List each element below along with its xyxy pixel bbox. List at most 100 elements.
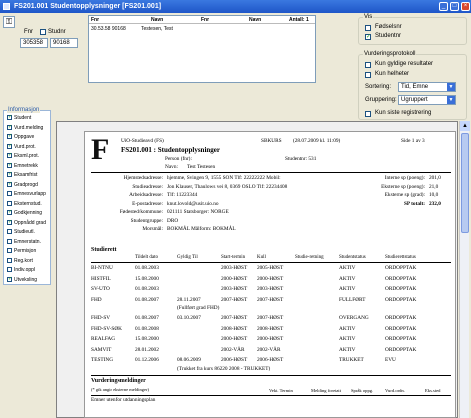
column-header: Studentstatus [339, 255, 366, 260]
checkbox[interactable]: ✓ [7, 143, 12, 149]
row-program: TESTING [91, 357, 114, 363]
checkbox[interactable]: ✓ [7, 153, 12, 159]
info-item[interactable]: ✓ Oppnådd grad [7, 219, 46, 226]
gruppering-select[interactable]: Ugruppert ▼ [398, 95, 456, 105]
info-item[interactable]: ✓ Gradprogd [7, 181, 38, 188]
checkbox[interactable]: ✓ [7, 162, 12, 168]
kun-siste-checkbox[interactable] [365, 111, 371, 117]
info-item[interactable]: Emnerstatn. [7, 239, 41, 245]
info-item[interactable]: ✓ Godkjenning [7, 210, 42, 216]
row-kull: 2000-HØST [257, 275, 284, 282]
row-kull: 2008-HØST [257, 325, 284, 332]
row-gyldig: 28.11.2007 [177, 296, 201, 303]
sortering-select[interactable]: Tid, Emne ▼ [398, 82, 456, 92]
info-item-label: Student [14, 115, 32, 121]
checkbox[interactable] [7, 248, 12, 254]
vurd-column-header: Vurd.ordn. [385, 388, 405, 393]
checkbox[interactable]: ✓ [7, 172, 12, 178]
checkbox[interactable] [7, 238, 12, 244]
info-item[interactable]: Emnesvurlapp [7, 191, 46, 197]
row-tildelt: 01.12.2006 [135, 357, 159, 363]
info-item[interactable]: Eksternstud. [7, 201, 42, 207]
info-item-label: Godkjenning [14, 210, 43, 216]
checkbox[interactable]: ✓ [7, 181, 12, 187]
col-fnr-2: Fnr [201, 17, 210, 23]
info-item-label: Studieutl. [14, 229, 35, 235]
persnr-input[interactable]: 90168 [50, 38, 78, 48]
minimize-button[interactable]: _ [439, 2, 448, 11]
info-item-label: Emnetrekk [14, 162, 38, 169]
checkbox[interactable] [7, 267, 12, 273]
addr-value: 021111 Statsborger: NORGE [167, 209, 229, 215]
row-start: 2007-HØST [221, 296, 248, 303]
scroll-up-icon[interactable]: ▲ [460, 121, 470, 131]
kun-helheter-checkbox[interactable] [365, 72, 371, 78]
studnr-checkbox[interactable] [40, 29, 46, 35]
table-row[interactable]: 30.53.58 90168 Testesen, Test [89, 25, 315, 33]
points-value: 232,0 [429, 200, 441, 207]
vurd-column-header: Melding foretatt [311, 388, 341, 393]
window-titlebar: FS201.001 Studentopplysninger [FS201.001… [0, 0, 471, 13]
addr-label: Fødested/kommune: [119, 209, 163, 215]
info-item[interactable]: ✓ Eksamfrist [7, 172, 37, 178]
info-item[interactable]: ✓ Oppgave [7, 134, 34, 140]
info-item[interactable]: Studieutl. [7, 229, 35, 235]
checkbox[interactable] [7, 257, 12, 263]
student-result-grid[interactable]: Fnr Navn Fnr Navn Antall: 1 30.53.58 901… [88, 15, 316, 83]
fodselsnr-checkbox[interactable] [365, 25, 371, 31]
info-item[interactable]: ✓ Eksml.prot. [7, 153, 39, 159]
scroll-thumb[interactable] [461, 133, 469, 233]
chevron-down-icon[interactable]: ▼ [447, 83, 455, 91]
row-rett: ORDOPPTAK [385, 275, 417, 282]
checkbox[interactable]: ✓ [7, 124, 12, 130]
checkbox[interactable] [7, 229, 12, 235]
row-rett: ORDOPPTAK [385, 346, 417, 353]
info-item-label: Utveksling [14, 276, 38, 283]
info-item[interactable]: Permisjon [7, 248, 36, 254]
info-item[interactable]: Reg.kort [7, 258, 33, 264]
checkbox[interactable] [7, 191, 12, 197]
maximize-button[interactable]: □ [450, 2, 459, 11]
chevron-down-icon[interactable]: ▼ [447, 96, 455, 104]
info-item-label: Indiv.oppl [14, 267, 36, 273]
row-program: SV-UTO [91, 286, 110, 292]
info-item-label: Vurd.prot. [14, 143, 36, 150]
checkbox[interactable]: ✓ [7, 210, 12, 216]
navn-value: Test Testesen [187, 164, 216, 170]
checkbox[interactable]: ✓ [7, 134, 12, 140]
studentnr-label: Studentnr [375, 33, 402, 39]
info-item[interactable]: ✓ Vurd.melding [7, 124, 44, 131]
row-start: 2003-HØST [221, 286, 248, 292]
sortering-value: Tid, Emne [401, 84, 429, 90]
divider [91, 172, 451, 173]
info-item[interactable]: ✓ Student [7, 115, 31, 121]
close-button[interactable]: × [461, 2, 470, 11]
row-rett: ORDOPPTAK [385, 325, 417, 332]
info-item[interactable]: ✓ Vurd.prot. [7, 143, 36, 150]
row-program: FHD-SV [91, 315, 111, 321]
kun-gyldige-checkbox[interactable] [365, 62, 371, 68]
row-tildelt: 15.08.2000 [135, 336, 159, 342]
row-tildelt: 01.08.2008 [135, 325, 159, 332]
info-item[interactable]: Indiv.oppl [7, 267, 35, 273]
checkbox[interactable] [7, 200, 12, 206]
lock-icon[interactable]: ⚿ [3, 16, 15, 28]
checkbox[interactable]: ✓ [7, 219, 12, 225]
row-status: FULLFØRT [339, 296, 366, 303]
row-program: REALFAG [91, 336, 116, 342]
vurd-title: Vurderingsmeldinger [91, 378, 146, 384]
grid-header: Fnr Navn Fnr Navn Antall: 1 [89, 16, 315, 24]
info-item[interactable]: ✓ Emnetrekk [7, 162, 38, 169]
addr-label: E-postadresse: [132, 200, 163, 207]
report-scrollbar[interactable]: ▲ [459, 121, 470, 418]
row-navn: Testesen, Test [141, 26, 173, 32]
navn-label: Navn: [165, 164, 178, 170]
studentnr-checkbox[interactable]: ✓ [365, 34, 371, 40]
fnr-input[interactable]: 305358 [20, 38, 48, 48]
info-item-label: Vurd.melding [14, 124, 44, 131]
report-org: UiO-Studieavd (FS) [121, 138, 164, 144]
checkbox[interactable]: ✓ [7, 115, 12, 121]
info-item[interactable]: ✓ Utveksling [7, 276, 38, 283]
checkbox[interactable]: ✓ [7, 276, 12, 282]
row-rett: ORDOPPTAK [385, 265, 417, 271]
